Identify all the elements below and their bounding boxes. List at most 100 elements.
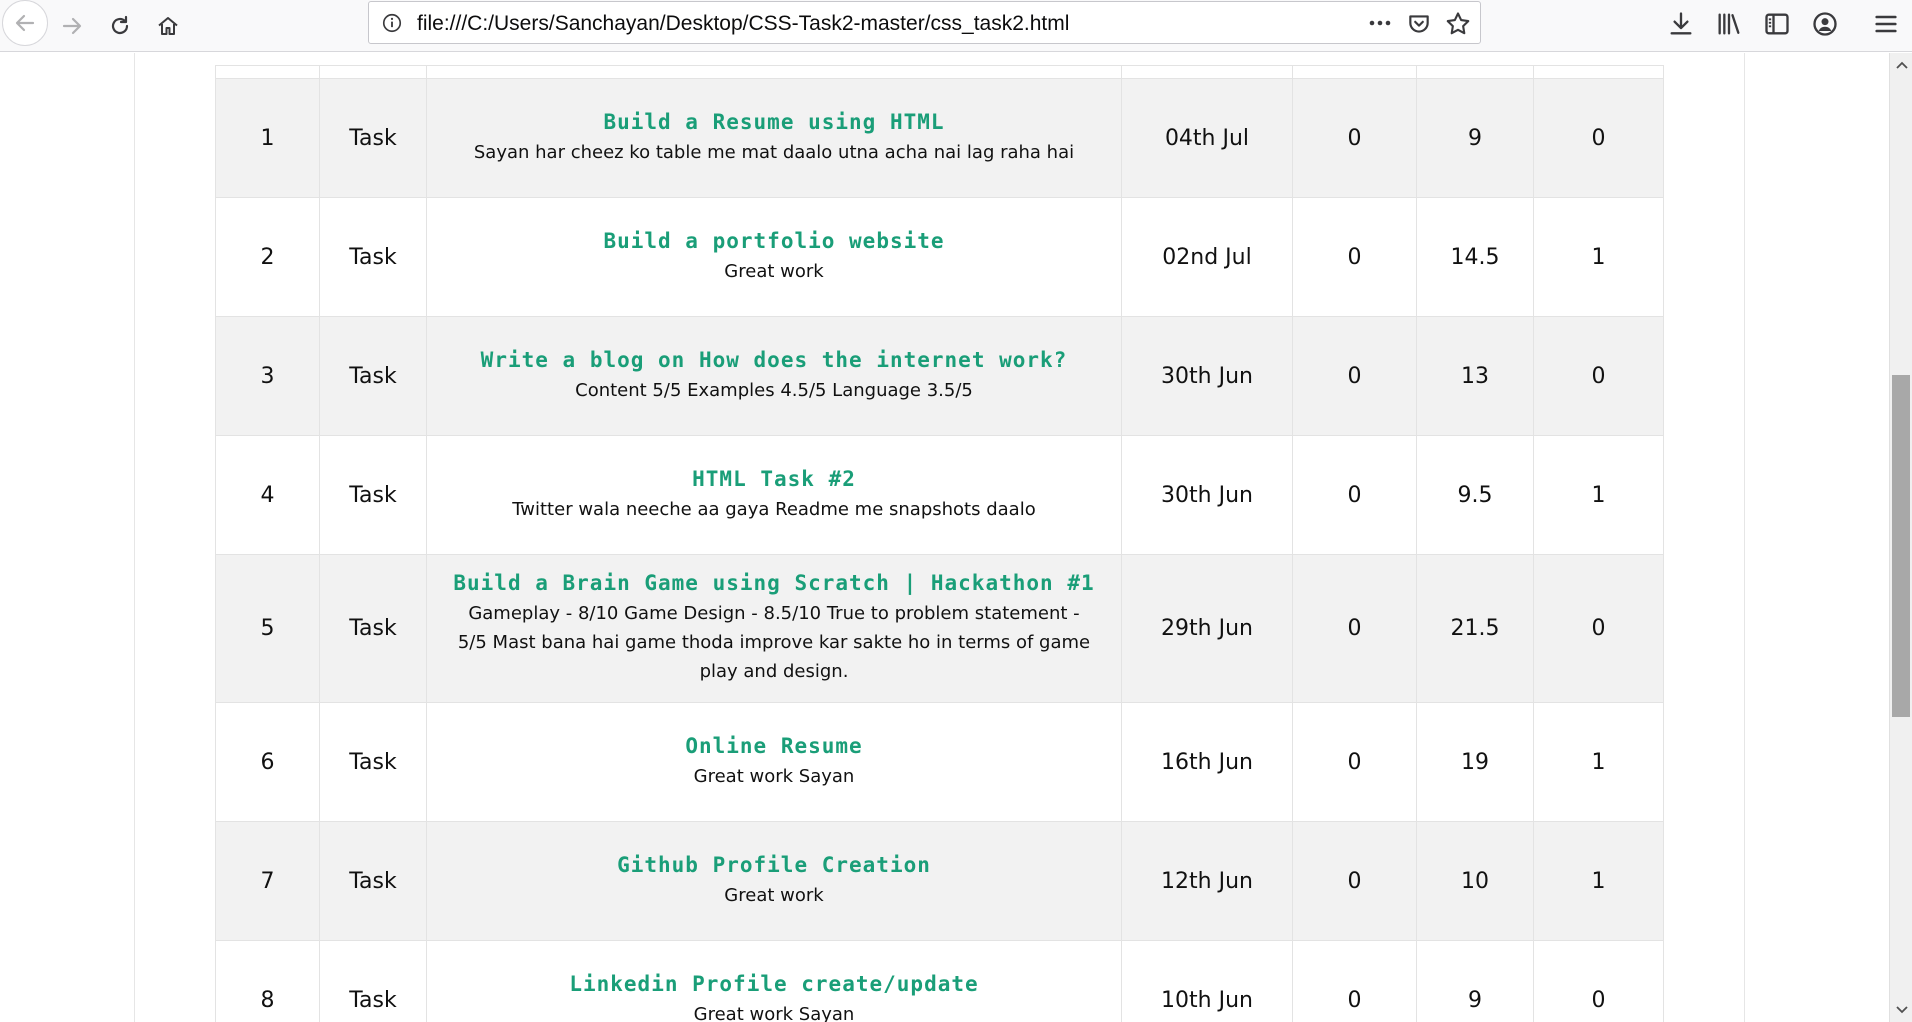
hamburger-menu-icon[interactable] xyxy=(1872,10,1900,38)
row-score-cell-2: 19 xyxy=(1416,702,1534,822)
row-index-cell: 8 xyxy=(215,940,320,1022)
row-task-cell: Write a blog on How does the internet wo… xyxy=(426,316,1122,436)
home-icon xyxy=(158,17,178,35)
header-stub-cell xyxy=(1292,65,1417,79)
row-index-cell: 1 xyxy=(215,78,320,198)
header-stub-cell xyxy=(319,65,427,79)
sidebar-icon[interactable] xyxy=(1763,10,1791,38)
row-score-cell-3: 1 xyxy=(1533,702,1664,822)
row-score-cell-3: 0 xyxy=(1533,78,1664,198)
row-date-cell: 10th Jun xyxy=(1121,940,1293,1022)
row-task-cell: Github Profile Creation Great work xyxy=(426,821,1122,941)
back-button[interactable] xyxy=(2,0,48,46)
arrow-right-icon xyxy=(62,17,82,35)
task-title: Build a Brain Game using Scratch | Hacka… xyxy=(453,571,1095,595)
row-score-cell-1: 0 xyxy=(1292,821,1417,941)
row-score-cell-1: 0 xyxy=(1292,78,1417,198)
header-stub-cell xyxy=(1121,65,1293,79)
table-row: 3 Task Write a blog on How does the intern… xyxy=(215,316,1664,436)
task-description: Great work xyxy=(724,260,824,282)
more-dots-icon[interactable] xyxy=(1366,11,1394,35)
page-content: 1 Task Build a Resume using HTML Sayan har … xyxy=(0,53,1889,1022)
task-title: Online Resume xyxy=(685,733,863,758)
row-score-cell-1: 0 xyxy=(1292,435,1417,555)
row-score-cell-2: 10 xyxy=(1416,821,1534,941)
row-score-cell-3: 1 xyxy=(1533,821,1664,941)
task-description: Sayan har cheez ko table me mat daalo ut… xyxy=(473,141,1075,163)
browser-toolbar: file:///C:/Users/Sanchayan/Desktop/CSS-T… xyxy=(0,0,1912,52)
forward-button[interactable] xyxy=(52,6,92,46)
row-type-cell: Task xyxy=(319,435,427,555)
row-date-cell: 04th Jul xyxy=(1121,78,1293,198)
arrow-left-icon xyxy=(15,14,35,32)
table-row: 4 Task HTML Task #2 Twitter wala neeche aa … xyxy=(215,435,1664,555)
row-score-cell-1: 0 xyxy=(1292,554,1417,703)
task-title: Write a blog on How does the internet wo… xyxy=(480,347,1068,372)
reload-icon xyxy=(111,15,129,35)
row-index-cell: 2 xyxy=(215,197,320,317)
row-score-cell-3: 1 xyxy=(1533,197,1664,317)
row-score-cell-2: 21.5 xyxy=(1416,554,1534,703)
task-description: Twitter wala neeche aa gaya Readme me sn… xyxy=(512,498,1036,520)
row-index-cell: 7 xyxy=(215,821,320,941)
row-score-cell-2: 9 xyxy=(1416,940,1534,1022)
row-type-cell: Task xyxy=(319,197,427,317)
row-type-cell: Task xyxy=(319,78,427,198)
table-header-stub xyxy=(215,65,1664,79)
table-row: 8 Task Linkedin Profile create/update Great… xyxy=(215,940,1664,1022)
row-index-cell: 6 xyxy=(215,702,320,822)
task-title: HTML Task #2 xyxy=(692,466,856,491)
row-date-cell: 30th Jun xyxy=(1121,316,1293,436)
row-score-cell-2: 14.5 xyxy=(1416,197,1534,317)
table-row: 7 Task Github Profile Creation Great work 12… xyxy=(215,821,1664,941)
scroll-down-arrow-icon[interactable] xyxy=(1895,1004,1909,1016)
row-type-cell: Task xyxy=(319,821,427,941)
row-date-cell: 16th Jun xyxy=(1121,702,1293,822)
task-description: Great work Sayan xyxy=(693,765,855,787)
row-type-cell: Task xyxy=(319,554,427,703)
row-task-cell: HTML Task #2 Twitter wala neeche aa gaya … xyxy=(426,435,1122,555)
row-index-cell: 5 xyxy=(215,554,320,703)
info-icon[interactable] xyxy=(381,12,403,34)
row-score-cell-1: 0 xyxy=(1292,197,1417,317)
row-score-cell-2: 9.5 xyxy=(1416,435,1534,555)
table-row: 6 Task Online Resume Great work Sayan 16th J… xyxy=(215,702,1664,822)
row-date-cell: 02nd Jul xyxy=(1121,197,1293,317)
task-title: Linkedin Profile create/update xyxy=(569,971,979,996)
star-icon[interactable] xyxy=(1444,10,1472,38)
row-score-cell-3: 0 xyxy=(1533,316,1664,436)
row-index-cell: 3 xyxy=(215,316,320,436)
header-stub-cell xyxy=(1533,65,1664,79)
scrollbar-thumb[interactable] xyxy=(1892,375,1910,717)
row-type-cell: Task xyxy=(319,702,427,822)
url-text[interactable]: file:///C:/Users/Sanchayan/Desktop/CSS-T… xyxy=(417,12,1069,36)
header-stub-cell xyxy=(1416,65,1534,79)
account-icon[interactable] xyxy=(1811,10,1839,38)
pocket-icon[interactable] xyxy=(1406,11,1432,37)
task-description: Content 5/5 Examples 4.5/5 Language 3.5/… xyxy=(575,379,973,401)
task-description: Great work Sayan xyxy=(693,1003,855,1022)
row-score-cell-1: 0 xyxy=(1292,702,1417,822)
reload-button[interactable] xyxy=(100,6,140,46)
scroll-up-arrow-icon[interactable] xyxy=(1895,59,1909,71)
row-type-cell: Task xyxy=(319,940,427,1022)
row-task-cell: Linkedin Profile create/update Great work… xyxy=(426,940,1122,1022)
row-score-cell-2: 9 xyxy=(1416,78,1534,198)
tasks-table: 1 Task Build a Resume using HTML Sayan har … xyxy=(215,65,1664,1022)
task-title: Build a Resume using HTML xyxy=(603,109,945,134)
vertical-scrollbar[interactable] xyxy=(1889,53,1912,1022)
url-bar[interactable]: file:///C:/Users/Sanchayan/Desktop/CSS-T… xyxy=(368,1,1481,44)
row-score-cell-2: 13 xyxy=(1416,316,1534,436)
table-row: 2 Task Build a portfolio website Great work… xyxy=(215,197,1664,317)
task-description: Great work xyxy=(724,884,824,906)
row-date-cell: 30th Jun xyxy=(1121,435,1293,555)
home-button[interactable] xyxy=(148,6,188,46)
row-task-cell: Build a portfolio website Great work xyxy=(426,197,1122,317)
table-row: 5 Task Build a Brain Game using Scratch | … xyxy=(215,554,1664,703)
row-date-cell: 12th Jun xyxy=(1121,821,1293,941)
download-icon[interactable] xyxy=(1667,10,1695,38)
row-score-cell-3: 0 xyxy=(1533,554,1664,703)
task-description: Gameplay - 8/10 Game Design - 8.5/10 Tru… xyxy=(457,603,1091,682)
header-stub-cell xyxy=(426,65,1122,79)
library-icon[interactable] xyxy=(1715,10,1743,38)
